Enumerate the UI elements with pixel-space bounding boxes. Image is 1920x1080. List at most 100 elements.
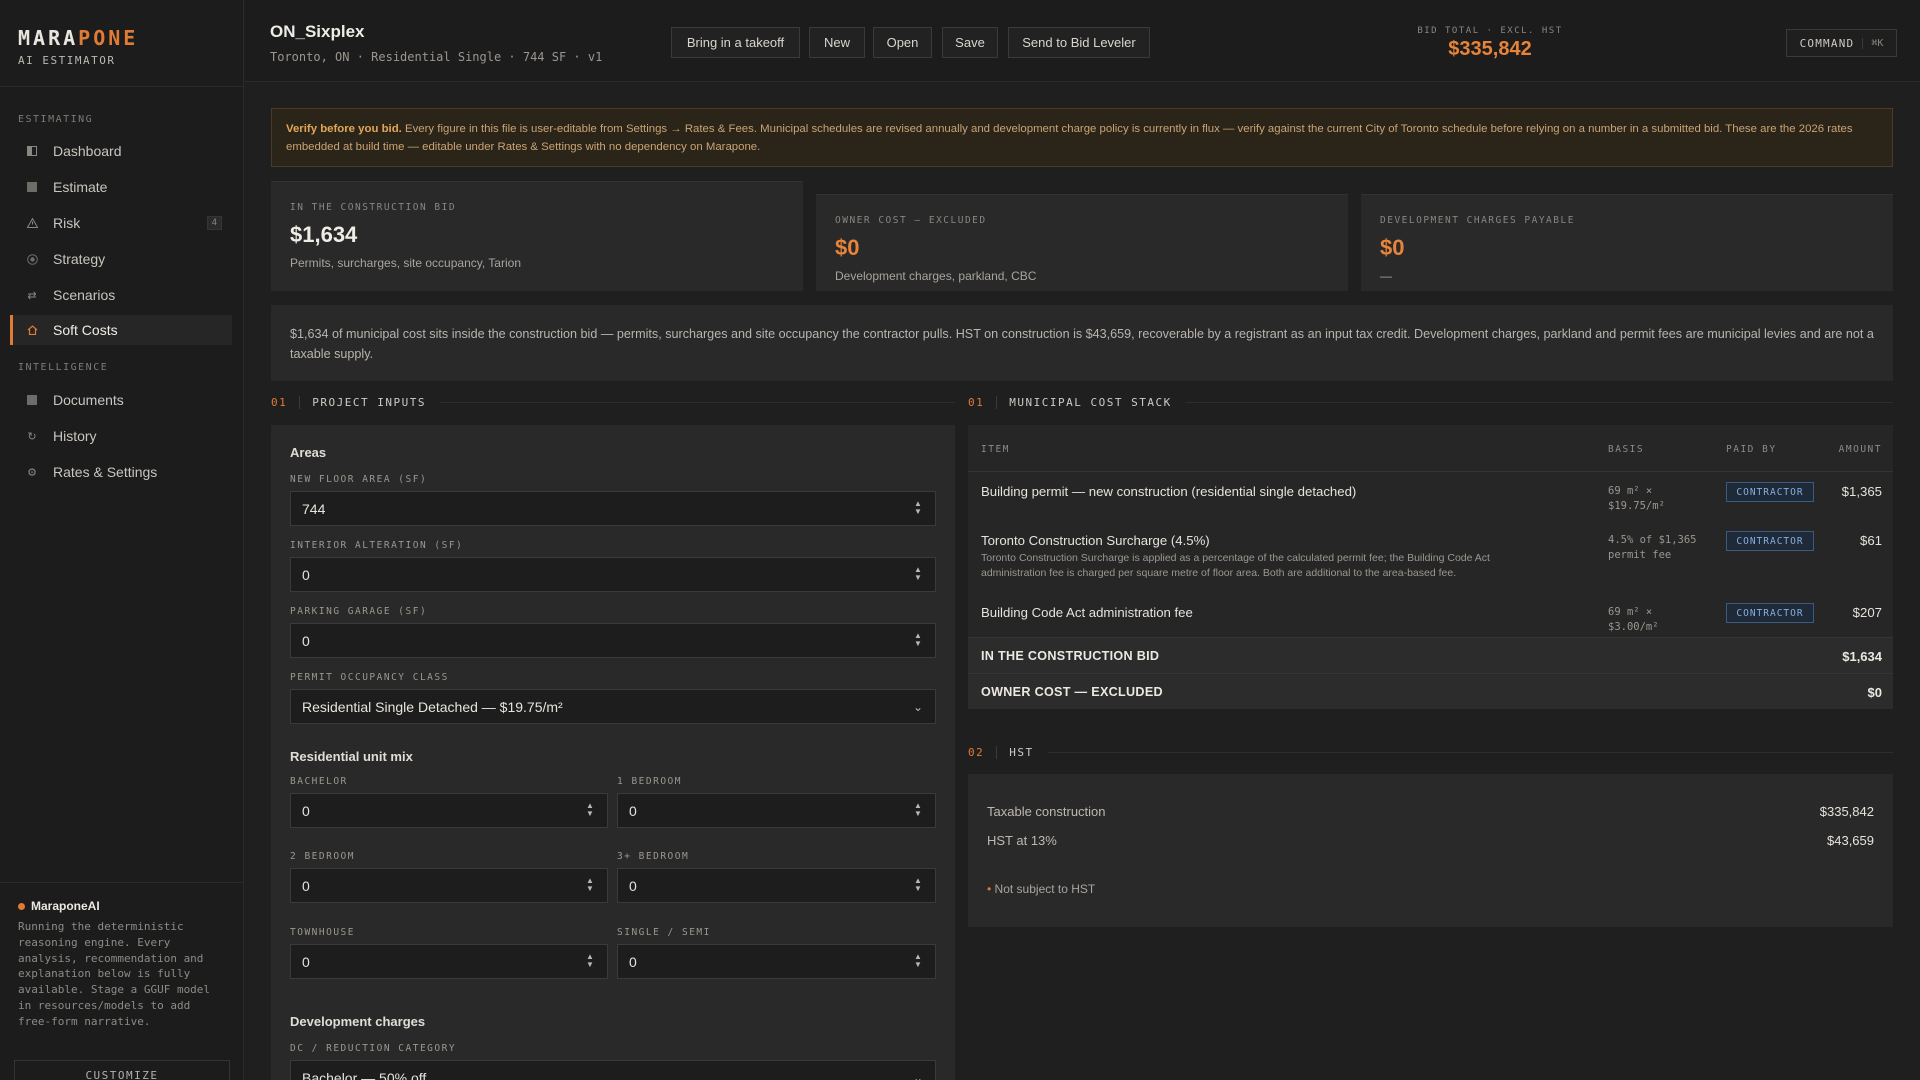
total-value: $0	[1867, 685, 1882, 700]
stepper-icon[interactable]: ▲ ▼	[585, 802, 595, 820]
hst-taxable-row: Taxable construction $335,842	[987, 804, 1874, 819]
open-button[interactable]: Open	[873, 27, 932, 58]
two-bedroom-input[interactable]: 0 ▲ ▼	[290, 868, 608, 903]
stepper-icon[interactable]: ▲ ▼	[913, 632, 923, 650]
basis-line: 69 m² ×	[1608, 606, 1653, 618]
gear-icon: ⚙	[27, 466, 37, 479]
group-title-unit-mix: Residential unit mix	[290, 749, 413, 764]
new-button[interactable]: New	[809, 27, 865, 58]
sidebar-item-documents[interactable]: Documents	[10, 385, 232, 415]
sidebar-item-rates-settings[interactable]: ⚙ Rates & Settings	[10, 457, 232, 487]
sidebar-item-scenarios[interactable]: ⇄ Scenarios	[10, 280, 232, 310]
sidebar-item-estimate[interactable]: Estimate	[10, 172, 232, 202]
sidebar: MARAPONE AI ESTIMATOR ESTIMATING Dashboa…	[0, 0, 244, 1080]
row-item: Toronto Construction Surcharge (4.5%)	[981, 533, 1210, 548]
basis-line: 69 m² ×	[1608, 485, 1653, 497]
stepper-icon[interactable]: ▲ ▼	[585, 877, 595, 895]
brand-logo[interactable]: MARAPONE AI ESTIMATOR	[18, 26, 138, 67]
warning-bold: Verify before you bid.	[286, 123, 402, 135]
field-value: Residential Single Detached — $19.75/m²	[302, 698, 563, 715]
sidebar-item-label: Scenarios	[53, 287, 116, 303]
row-amount: $61	[1859, 533, 1882, 548]
hst-label: HST at 13%	[987, 833, 1057, 848]
permit-occupancy-label: PERMIT OCCUPANCY CLASS	[290, 672, 449, 683]
bid-total-label: BID TOTAL · EXCL. HST	[1417, 26, 1563, 36]
row-item: Building permit — new construction (resi…	[981, 484, 1357, 499]
interior-alteration-input[interactable]: 0 ▲ ▼	[290, 557, 936, 592]
brand-divider	[0, 86, 244, 87]
brand-subtitle: AI ESTIMATOR	[18, 54, 116, 67]
column-header-paid-by: PAID BY	[1726, 444, 1777, 455]
warning-icon	[26, 217, 38, 229]
card-description: —	[1380, 269, 1392, 283]
brand-name-part2: PONE	[78, 26, 139, 50]
section-rule	[1047, 752, 1893, 753]
sidebar-item-label: Soft Costs	[53, 322, 118, 338]
hst-note: • Not subject to HST	[987, 882, 1874, 896]
stepper-icon[interactable]: ▲ ▼	[585, 953, 595, 971]
save-button[interactable]: Save	[942, 27, 998, 58]
section-header-hst: 02 HST	[968, 746, 1893, 759]
project-title: ON_Sixplex	[270, 22, 365, 41]
bring-in-takeoff-button[interactable]: Bring in a takeoff	[671, 27, 800, 58]
document-icon	[26, 394, 38, 406]
total-label: IN THE CONSTRUCTION BID	[981, 649, 1160, 663]
row-note: Toronto Construction Surcharge is applie…	[981, 552, 1490, 579]
send-to-bid-leveler-button[interactable]: Send to Bid Leveler	[1008, 27, 1150, 58]
bachelor-label: BACHELOR	[290, 776, 348, 787]
stepper-icon[interactable]: ▲ ▼	[913, 500, 923, 518]
field-value: 0	[302, 632, 310, 649]
card-description: Permits, surcharges, site occupancy, Tar…	[290, 256, 521, 270]
sidebar-item-soft-costs[interactable]: Soft Costs	[10, 315, 232, 345]
bullet-icon: •	[987, 882, 992, 896]
field-value: 0	[302, 802, 310, 819]
chevron-down-icon: ⌄	[912, 700, 923, 714]
sidebar-item-label: Estimate	[53, 179, 108, 195]
sidebar-item-label: Risk	[53, 215, 81, 231]
section-title: MUNICIPAL COST STACK	[1009, 396, 1172, 409]
hst-label: Taxable construction	[987, 804, 1106, 819]
sidebar-item-dashboard[interactable]: Dashboard	[10, 136, 232, 166]
command-shortcut: ⌘K	[1862, 37, 1883, 49]
one-bedroom-input[interactable]: 0 ▲ ▼	[617, 793, 936, 828]
customize-button[interactable]: CUSTOMIZE	[14, 1060, 230, 1080]
project-inputs-panel: Areas NEW FLOOR AREA (SF) 744 ▲ ▼ INTERIO…	[271, 425, 955, 1080]
townhouse-input[interactable]: 0 ▲ ▼	[290, 944, 608, 979]
new-floor-area-input[interactable]: 744 ▲ ▼	[290, 491, 936, 526]
field-value: 0	[302, 566, 310, 583]
command-palette-button[interactable]: COMMAND ⌘K	[1786, 29, 1897, 57]
three-bedroom-input[interactable]: 0 ▲ ▼	[617, 868, 936, 903]
stepper-icon[interactable]: ▲ ▼	[913, 802, 923, 820]
card-label: OWNER COST — EXCLUDED	[835, 215, 987, 226]
sidebar-item-history[interactable]: ↻ History	[10, 421, 232, 451]
dc-category-label: DC / REDUCTION CATEGORY	[290, 1043, 457, 1054]
field-value: 0	[629, 953, 637, 970]
project-subtitle: Toronto, ON · Residential Single · 744 S…	[270, 50, 603, 64]
section-rule	[1185, 402, 1893, 403]
owner-cost-row: OWNER COST — EXCLUDED $0	[968, 673, 1893, 709]
card-in-construction-bid: IN THE CONSTRUCTION BID $1,634 Permits, …	[271, 181, 803, 291]
stepper-icon[interactable]: ▲ ▼	[913, 566, 923, 584]
interior-alteration-label: INTERIOR ALTERATION (SF)	[290, 540, 464, 551]
paid-by-badge: CONTRACTOR	[1726, 482, 1814, 502]
sidebar-item-strategy[interactable]: Strategy	[10, 244, 232, 274]
parking-garage-input[interactable]: 0 ▲ ▼	[290, 623, 936, 658]
new-floor-area-label: NEW FLOOR AREA (SF)	[290, 474, 428, 485]
row-item: Building Code Act administration fee	[981, 605, 1193, 620]
basis-line: $3.00/m²	[1608, 621, 1659, 633]
target-icon	[26, 253, 38, 265]
total-label: OWNER COST — EXCLUDED	[981, 685, 1163, 699]
single-semi-input[interactable]: 0 ▲ ▼	[617, 944, 936, 979]
three-bedroom-label: 3+ BEDROOM	[617, 851, 690, 862]
card-value: $1,634	[290, 222, 358, 247]
dc-category-select[interactable]: Bachelor — 50% off ⌄	[290, 1060, 936, 1080]
home-icon	[26, 324, 38, 336]
bachelor-input[interactable]: 0 ▲ ▼	[290, 793, 608, 828]
stepper-icon[interactable]: ▲ ▼	[913, 953, 923, 971]
sidebar-item-risk[interactable]: Risk 4	[10, 208, 232, 238]
card-label: IN THE CONSTRUCTION BID	[290, 202, 457, 213]
permit-occupancy-select[interactable]: Residential Single Detached — $19.75/m² …	[290, 689, 936, 724]
ai-description: Running the deterministic reasoning engi…	[18, 920, 211, 1028]
row-basis: 69 m² × $19.75/m²	[1608, 484, 1718, 514]
stepper-icon[interactable]: ▲ ▼	[913, 877, 923, 895]
